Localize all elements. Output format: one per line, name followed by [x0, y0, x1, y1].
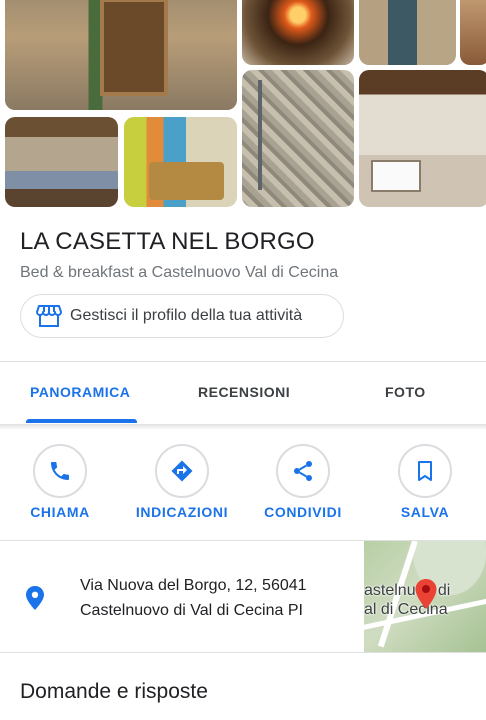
business-category: Bed & breakfast a Castelnuovo Val di Cec…: [20, 264, 339, 281]
tab-bar: PANORAMICA RECENSIONI FOTO: [0, 362, 486, 424]
call-button[interactable]: CHIAMA: [0, 444, 120, 524]
storefront-icon: [36, 305, 62, 327]
directions-button[interactable]: INDICAZIONI: [122, 444, 242, 524]
tab-bar-shadow: [0, 424, 486, 430]
call-button-circle: [33, 444, 87, 498]
share-button-circle: [276, 444, 330, 498]
address-row[interactable]: Via Nuova del Borgo, 12, 56041 Castelnuo…: [0, 541, 486, 652]
photo-exterior-door[interactable]: [5, 0, 237, 110]
directions-button-circle: [155, 444, 209, 498]
business-name: LA CASETTA NEL BORGO: [20, 228, 315, 255]
photo-bedroom[interactable]: [5, 117, 118, 207]
directions-icon: [171, 460, 193, 482]
photo-fireplace[interactable]: [242, 0, 354, 65]
address-line-1: Via Nuova del Borgo, 12, 56041: [80, 577, 307, 594]
photo-shower[interactable]: [242, 70, 354, 207]
tab-panoramica[interactable]: PANORAMICA: [30, 384, 130, 400]
photo-partial[interactable]: [460, 0, 486, 65]
tab-recensioni[interactable]: RECENSIONI: [198, 384, 290, 400]
address-line-2: Castelnuovo di Val di Cecina PI: [80, 602, 303, 619]
save-label: SALVA: [400, 504, 450, 520]
photo-window[interactable]: [359, 0, 456, 65]
photo-bathroom[interactable]: [124, 117, 237, 207]
bookmark-icon: [418, 461, 432, 481]
share-button[interactable]: CONDIVIDI: [243, 444, 363, 524]
manage-profile-label: Gestisci il profilo della tua attività: [70, 307, 303, 324]
address-text: Via Nuova del Borgo, 12, 56041 Castelnuo…: [80, 573, 307, 623]
tab-foto[interactable]: FOTO: [385, 384, 426, 400]
save-button[interactable]: SALVA: [365, 444, 485, 524]
map-marker-icon: [415, 579, 437, 609]
divider: [0, 652, 486, 653]
call-label: CHIAMA: [30, 504, 90, 520]
manage-profile-button[interactable]: Gestisci il profilo della tua attività: [20, 294, 344, 338]
directions-label: INDICAZIONI: [135, 504, 229, 520]
phone-icon: [51, 462, 69, 480]
qa-section-title: Domande e risposte: [20, 680, 208, 703]
location-pin-icon: [26, 586, 44, 610]
save-button-circle: [398, 444, 452, 498]
map-thumbnail[interactable]: astelnu o di al di Cecina: [364, 541, 486, 652]
photo-twin-room[interactable]: [359, 70, 486, 207]
share-icon: [294, 461, 312, 481]
share-label: CONDIVIDI: [264, 504, 342, 520]
active-tab-indicator: [26, 419, 137, 423]
photo-gallery[interactable]: [0, 0, 486, 212]
